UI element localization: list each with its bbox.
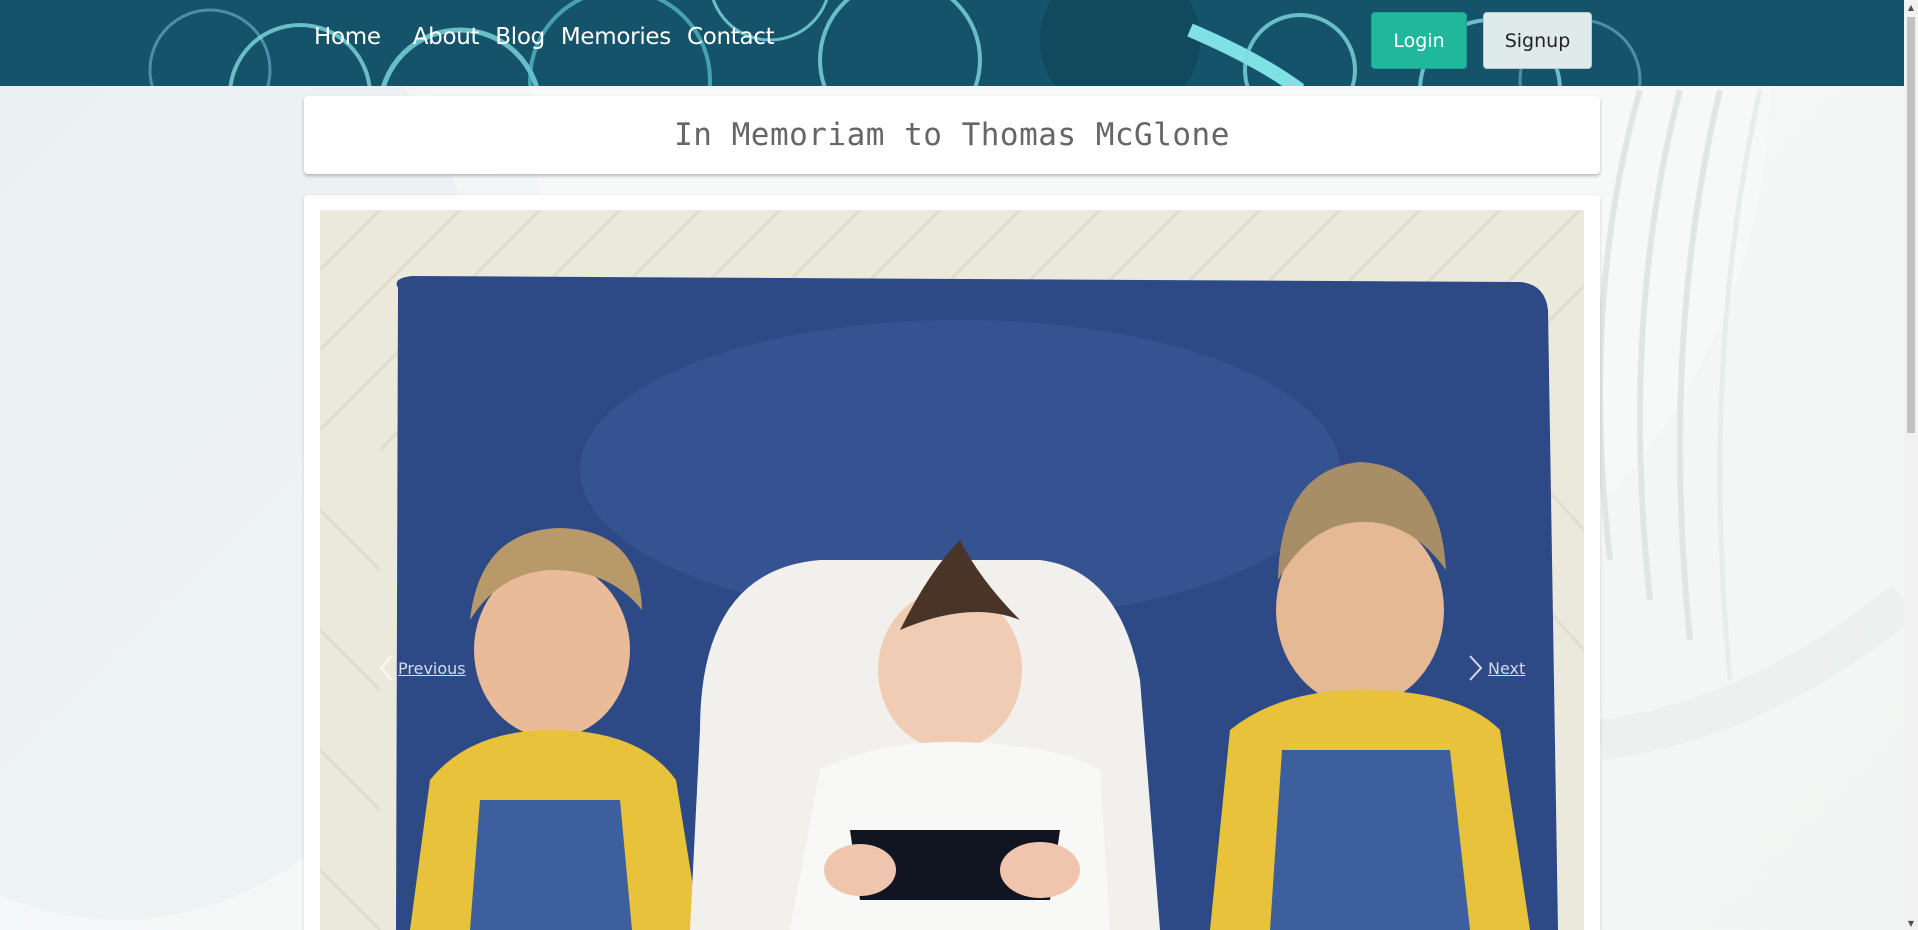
scroll-up-arrow-icon[interactable]: ▲: [1904, 0, 1918, 14]
page-title: In Memoriam to Thomas McGlone: [674, 117, 1230, 153]
scroll-down-arrow-icon[interactable]: ▼: [1904, 916, 1918, 930]
chevron-right-icon: [1469, 655, 1483, 681]
main-nav: Home About Blog Memories Contact: [314, 24, 790, 50]
carousel-previous-control[interactable]: Previous: [378, 654, 466, 682]
login-button[interactable]: Login: [1371, 12, 1467, 69]
navbar-swirl-decoration: [148, 0, 1642, 86]
title-card: In Memoriam to Thomas McGlone: [304, 96, 1600, 174]
chevron-left-icon: [379, 655, 393, 681]
carousel-photo: [320, 210, 1584, 930]
scrollbar-thumb[interactable]: [1907, 17, 1915, 433]
nav-contact-link[interactable]: Contact: [687, 24, 775, 50]
top-navbar: Home About Blog Memories Contact Login S…: [0, 0, 1904, 86]
carousel-previous-label: Previous: [398, 658, 466, 678]
nav-blog-link[interactable]: Blog: [495, 24, 545, 50]
signup-button[interactable]: Signup: [1483, 12, 1592, 69]
nav-memories-link[interactable]: Memories: [561, 24, 671, 50]
carousel-next-control[interactable]: Next: [1468, 654, 1525, 682]
family-photo-image: [320, 210, 1584, 930]
photo-carousel: Previous Next: [304, 195, 1600, 930]
vertical-scrollbar[interactable]: ▲ ▼: [1904, 0, 1918, 930]
nav-about-link[interactable]: About: [413, 24, 480, 50]
carousel-next-label: Next: [1488, 658, 1526, 678]
nav-home-link[interactable]: Home: [314, 24, 381, 50]
